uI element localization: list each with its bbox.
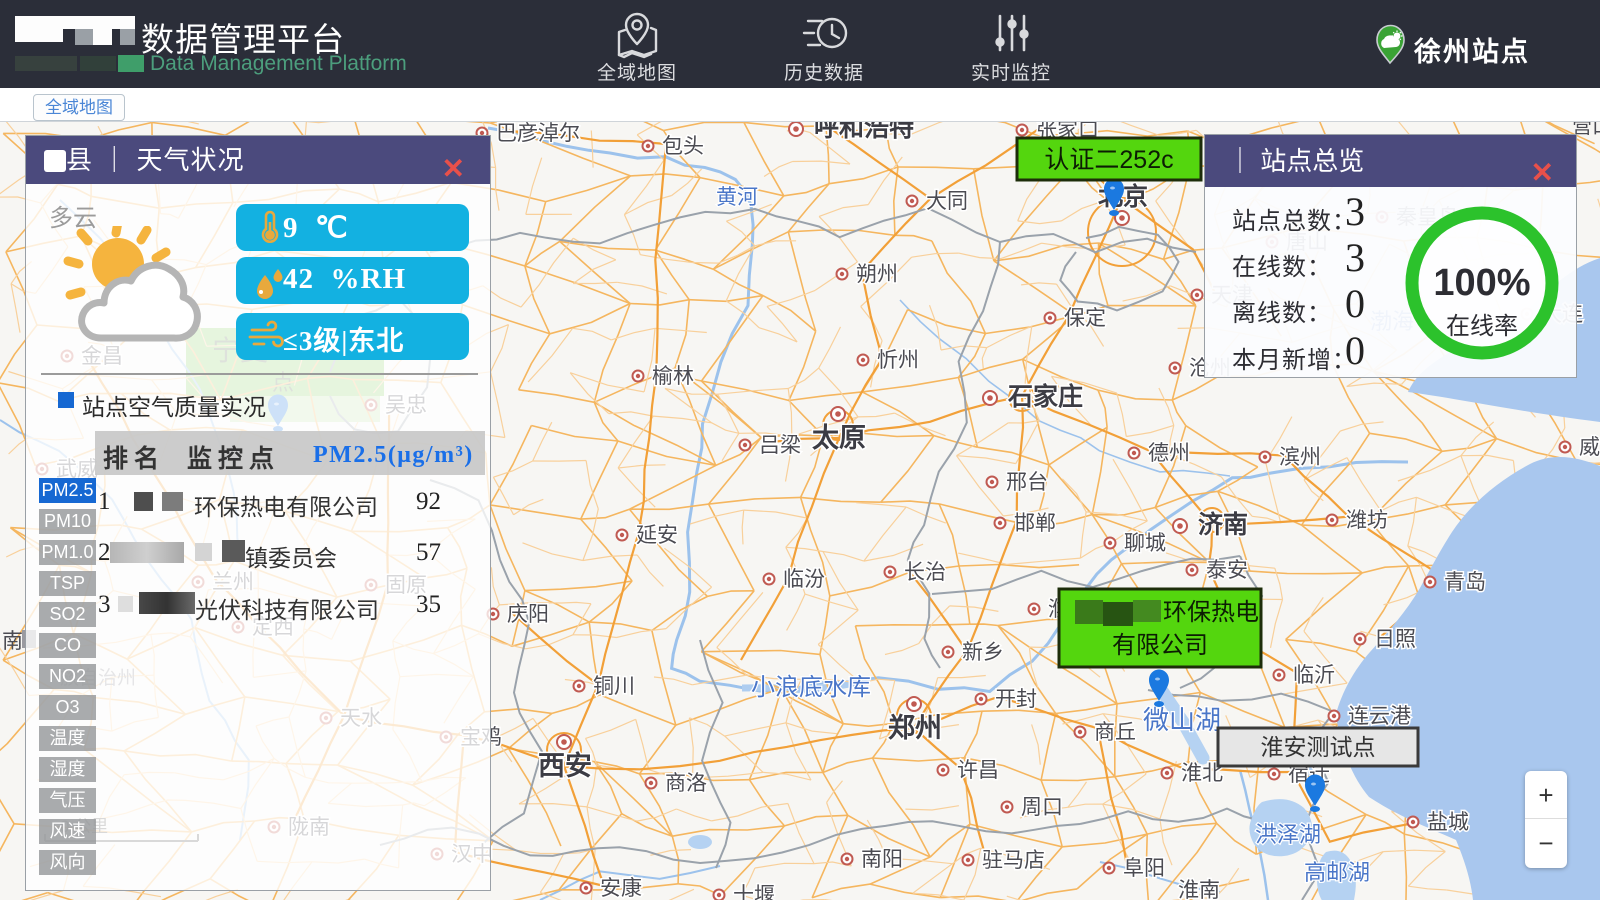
svg-text:驻马店: 驻马店 bbox=[982, 849, 1045, 872]
svg-text:青岛: 青岛 bbox=[1444, 571, 1486, 594]
svg-text:延安: 延安 bbox=[636, 524, 678, 547]
svg-text:长治: 长治 bbox=[904, 561, 946, 584]
svg-text:呼和浩特: 呼和浩特 bbox=[814, 122, 914, 142]
svg-text:十堰: 十堰 bbox=[733, 884, 775, 900]
svg-text:临沂: 临沂 bbox=[1293, 664, 1335, 687]
svg-text:忻州: 忻州 bbox=[877, 349, 919, 372]
svg-text:太原: 太原 bbox=[812, 423, 866, 453]
svg-text:铜川: 铜川 bbox=[593, 675, 635, 698]
svg-text:安康: 安康 bbox=[600, 877, 642, 900]
svg-text:阜阳: 阜阳 bbox=[1123, 857, 1165, 880]
svg-text:济南: 济南 bbox=[1198, 510, 1248, 539]
svg-text:南: 南 bbox=[2, 630, 23, 653]
svg-text:德州: 德州 bbox=[1148, 442, 1190, 465]
svg-text:包头: 包头 bbox=[662, 135, 704, 158]
svg-text:庆阳: 庆阳 bbox=[507, 603, 549, 626]
svg-text:连云港: 连云港 bbox=[1348, 705, 1411, 728]
svg-text:吕梁: 吕梁 bbox=[759, 434, 801, 457]
svg-text:周口: 周口 bbox=[1021, 796, 1063, 819]
svg-text:认证二252c: 认证二252c bbox=[1044, 146, 1173, 174]
svg-text:小浪底水库: 小浪底水库 bbox=[751, 674, 871, 701]
svg-text:高邮湖: 高邮湖 bbox=[1304, 860, 1370, 885]
svg-text:淮安测试点: 淮安测试点 bbox=[1261, 734, 1376, 760]
svg-text:有限公司: 有限公司 bbox=[1112, 632, 1208, 659]
svg-text:潍坊: 潍坊 bbox=[1346, 509, 1388, 532]
svg-text:淮南: 淮南 bbox=[1178, 879, 1220, 900]
svg-text:巴彦淖尔: 巴彦淖尔 bbox=[496, 122, 580, 145]
svg-text:保定: 保定 bbox=[1064, 307, 1106, 330]
svg-text:西安: 西安 bbox=[538, 751, 592, 781]
svg-text:开封: 开封 bbox=[995, 688, 1037, 711]
svg-text:商洛: 商洛 bbox=[665, 772, 707, 795]
svg-text:郑州: 郑州 bbox=[888, 713, 942, 743]
svg-text:石家庄: 石家庄 bbox=[1007, 382, 1083, 411]
svg-text:邢台: 邢台 bbox=[1006, 471, 1048, 494]
svg-text:泰安: 泰安 bbox=[1206, 559, 1248, 582]
svg-text:商丘: 商丘 bbox=[1094, 721, 1136, 744]
svg-text:盐城: 盐城 bbox=[1427, 811, 1469, 834]
svg-text:环保热电: 环保热电 bbox=[1163, 599, 1259, 626]
svg-text:朔州: 朔州 bbox=[856, 263, 898, 286]
svg-text:滨州: 滨州 bbox=[1279, 446, 1321, 469]
svg-text:日照: 日照 bbox=[1374, 628, 1416, 651]
svg-text:许昌: 许昌 bbox=[957, 759, 999, 782]
svg-text:新乡: 新乡 bbox=[962, 641, 1004, 664]
svg-text:黄河: 黄河 bbox=[716, 186, 758, 209]
svg-text:微山湖: 微山湖 bbox=[1143, 705, 1221, 735]
svg-text:临汾: 临汾 bbox=[783, 568, 825, 591]
svg-text:大同: 大同 bbox=[926, 190, 968, 213]
svg-text:洪泽湖: 洪泽湖 bbox=[1255, 822, 1321, 847]
svg-text:榆林: 榆林 bbox=[652, 365, 694, 388]
svg-text:南阳: 南阳 bbox=[861, 848, 903, 871]
svg-text:聊城: 聊城 bbox=[1124, 532, 1166, 555]
svg-text:威海: 威海 bbox=[1579, 436, 1600, 459]
svg-text:邯郸: 邯郸 bbox=[1014, 512, 1056, 535]
